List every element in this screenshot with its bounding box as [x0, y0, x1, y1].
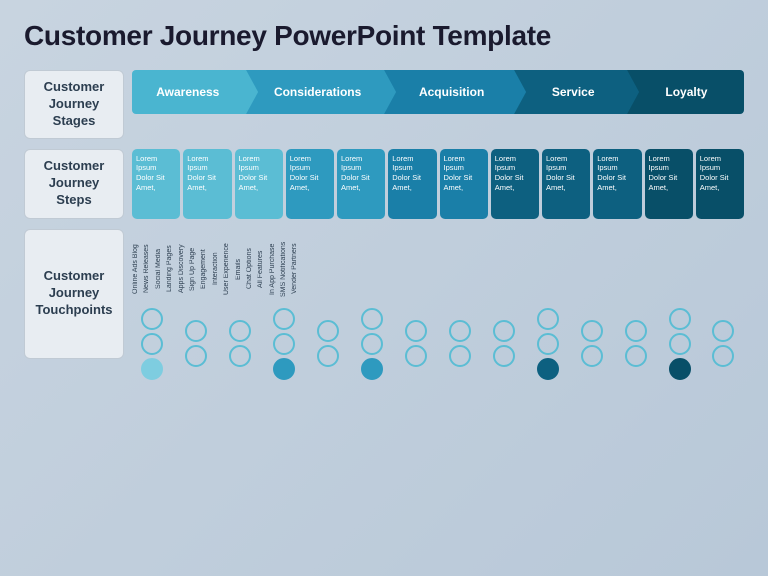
step-card-10[interactable]: Lorem Ipsum Dolor Sit Amet,	[593, 149, 641, 219]
tp-circle-4b	[273, 333, 295, 355]
tp-label-14: SMS Notifications	[280, 234, 288, 304]
touchpoint-labels: Online Ads Blog News Releases Social Med…	[132, 229, 744, 304]
step-card-2[interactable]: Lorem Ipsum Dolor Sit Amet,	[183, 149, 231, 219]
tp-col-11	[571, 320, 612, 367]
step-card-1[interactable]: Lorem Ipsum Dolor Sit Amet,	[132, 149, 180, 219]
tp-label-1: Online Ads Blog	[132, 234, 140, 304]
tp-label-2: News Releases	[143, 234, 151, 304]
step-card-3[interactable]: Lorem Ipsum Dolor Sit Amet,	[235, 149, 283, 219]
tp-circle-8b	[449, 345, 471, 367]
tp-label-3: Social Media	[155, 234, 163, 304]
tp-label-15: Vender Partners	[291, 234, 299, 304]
steps-row: CustomerJourney Steps Lorem Ipsum Dolor …	[24, 149, 744, 219]
step-card-4[interactable]: Lorem Ipsum Dolor Sit Amet,	[286, 149, 334, 219]
tp-label-11: Chat Options	[246, 234, 254, 304]
tp-circle-4a	[273, 308, 295, 330]
tp-circle-2b	[185, 345, 207, 367]
tp-label-6: Sign Up Page	[189, 234, 197, 304]
tp-circle-12a	[625, 320, 647, 342]
step-card-8[interactable]: Lorem Ipsum Dolor Sit Amet,	[491, 149, 539, 219]
tp-label-12: All Features	[257, 234, 265, 304]
tp-circle-7b	[405, 345, 427, 367]
tp-label-8: Interaction	[212, 234, 220, 304]
stage-considerations[interactable]: Considerations	[246, 70, 384, 114]
touchpoint-circles	[132, 308, 744, 380]
tp-circle-1a	[141, 308, 163, 330]
tp-col-10	[527, 308, 568, 380]
tp-circle-9a	[493, 320, 515, 342]
touchpoints-label: CustomerJourneyTouchpoints	[24, 229, 124, 359]
tp-circle-4c	[273, 358, 295, 380]
tp-circle-14b	[712, 345, 734, 367]
tp-circle-7a	[405, 320, 427, 342]
tp-circle-3a	[229, 320, 251, 342]
tp-circle-2a	[185, 320, 207, 342]
tp-circle-5b	[317, 345, 339, 367]
tp-label-10: Emails	[235, 234, 243, 304]
slide-title: Customer Journey PowerPoint Template	[24, 20, 744, 52]
stage-service[interactable]: Service	[514, 70, 627, 114]
tp-circle-13b	[669, 333, 691, 355]
tp-col-14	[703, 320, 744, 367]
tp-circle-14a	[712, 320, 734, 342]
slide: Customer Journey PowerPoint Template Cus…	[0, 0, 768, 576]
tp-col-4	[264, 308, 305, 380]
tp-col-2	[176, 320, 217, 367]
tp-col-8	[439, 320, 480, 367]
tp-circle-10a	[537, 308, 559, 330]
tp-label-5: Apps Discovery	[178, 234, 186, 304]
stage-acquisition[interactable]: Acquisition	[384, 70, 514, 114]
tp-circle-1c	[141, 358, 163, 380]
tp-circle-6b	[361, 333, 383, 355]
stages-row: CustomerJourney Stages Awareness Conside…	[24, 70, 744, 139]
tp-circle-10b	[537, 333, 559, 355]
tp-circle-13a	[669, 308, 691, 330]
tp-col-1	[132, 308, 173, 380]
tp-circle-6a	[361, 308, 383, 330]
touchpoints-row: CustomerJourneyTouchpoints Online Ads Bl…	[24, 229, 744, 380]
tp-circle-11b	[581, 345, 603, 367]
step-card-7[interactable]: Lorem Ipsum Dolor Sit Amet,	[440, 149, 488, 219]
steps-label: CustomerJourney Steps	[24, 149, 124, 219]
tp-circle-8a	[449, 320, 471, 342]
steps-container: Lorem Ipsum Dolor Sit Amet, Lorem Ipsum …	[132, 149, 744, 219]
step-card-6[interactable]: Lorem Ipsum Dolor Sit Amet,	[388, 149, 436, 219]
tp-circle-9b	[493, 345, 515, 367]
tp-circle-10c	[537, 358, 559, 380]
step-card-12[interactable]: Lorem Ipsum Dolor Sit Amet,	[696, 149, 744, 219]
step-card-11[interactable]: Lorem Ipsum Dolor Sit Amet,	[645, 149, 693, 219]
tp-circle-6c	[361, 358, 383, 380]
tp-circle-12b	[625, 345, 647, 367]
stage-awareness[interactable]: Awareness	[132, 70, 246, 114]
tp-col-3	[220, 320, 261, 367]
step-card-9[interactable]: Lorem Ipsum Dolor Sit Amet,	[542, 149, 590, 219]
tp-circle-1b	[141, 333, 163, 355]
tp-col-9	[483, 320, 524, 367]
tp-col-13	[659, 308, 700, 380]
tp-col-5	[308, 320, 349, 367]
tp-col-12	[615, 320, 656, 367]
tp-label-7: Engagement	[200, 234, 208, 304]
step-card-5[interactable]: Lorem Ipsum Dolor Sit Amet,	[337, 149, 385, 219]
tp-label-13: In App Purchase	[269, 234, 277, 304]
tp-circle-3b	[229, 345, 251, 367]
stages-label: CustomerJourney Stages	[24, 70, 124, 139]
tp-circle-5a	[317, 320, 339, 342]
stage-loyalty[interactable]: Loyalty	[627, 70, 744, 114]
tp-label-9: User Experience	[223, 234, 231, 304]
tp-label-4: Landing Pages	[166, 234, 174, 304]
tp-circle-11a	[581, 320, 603, 342]
tp-circle-13c	[669, 358, 691, 380]
stages-container: Awareness Considerations Acquisition Ser…	[132, 70, 744, 114]
tp-col-7	[396, 320, 437, 367]
tp-col-6	[352, 308, 393, 380]
